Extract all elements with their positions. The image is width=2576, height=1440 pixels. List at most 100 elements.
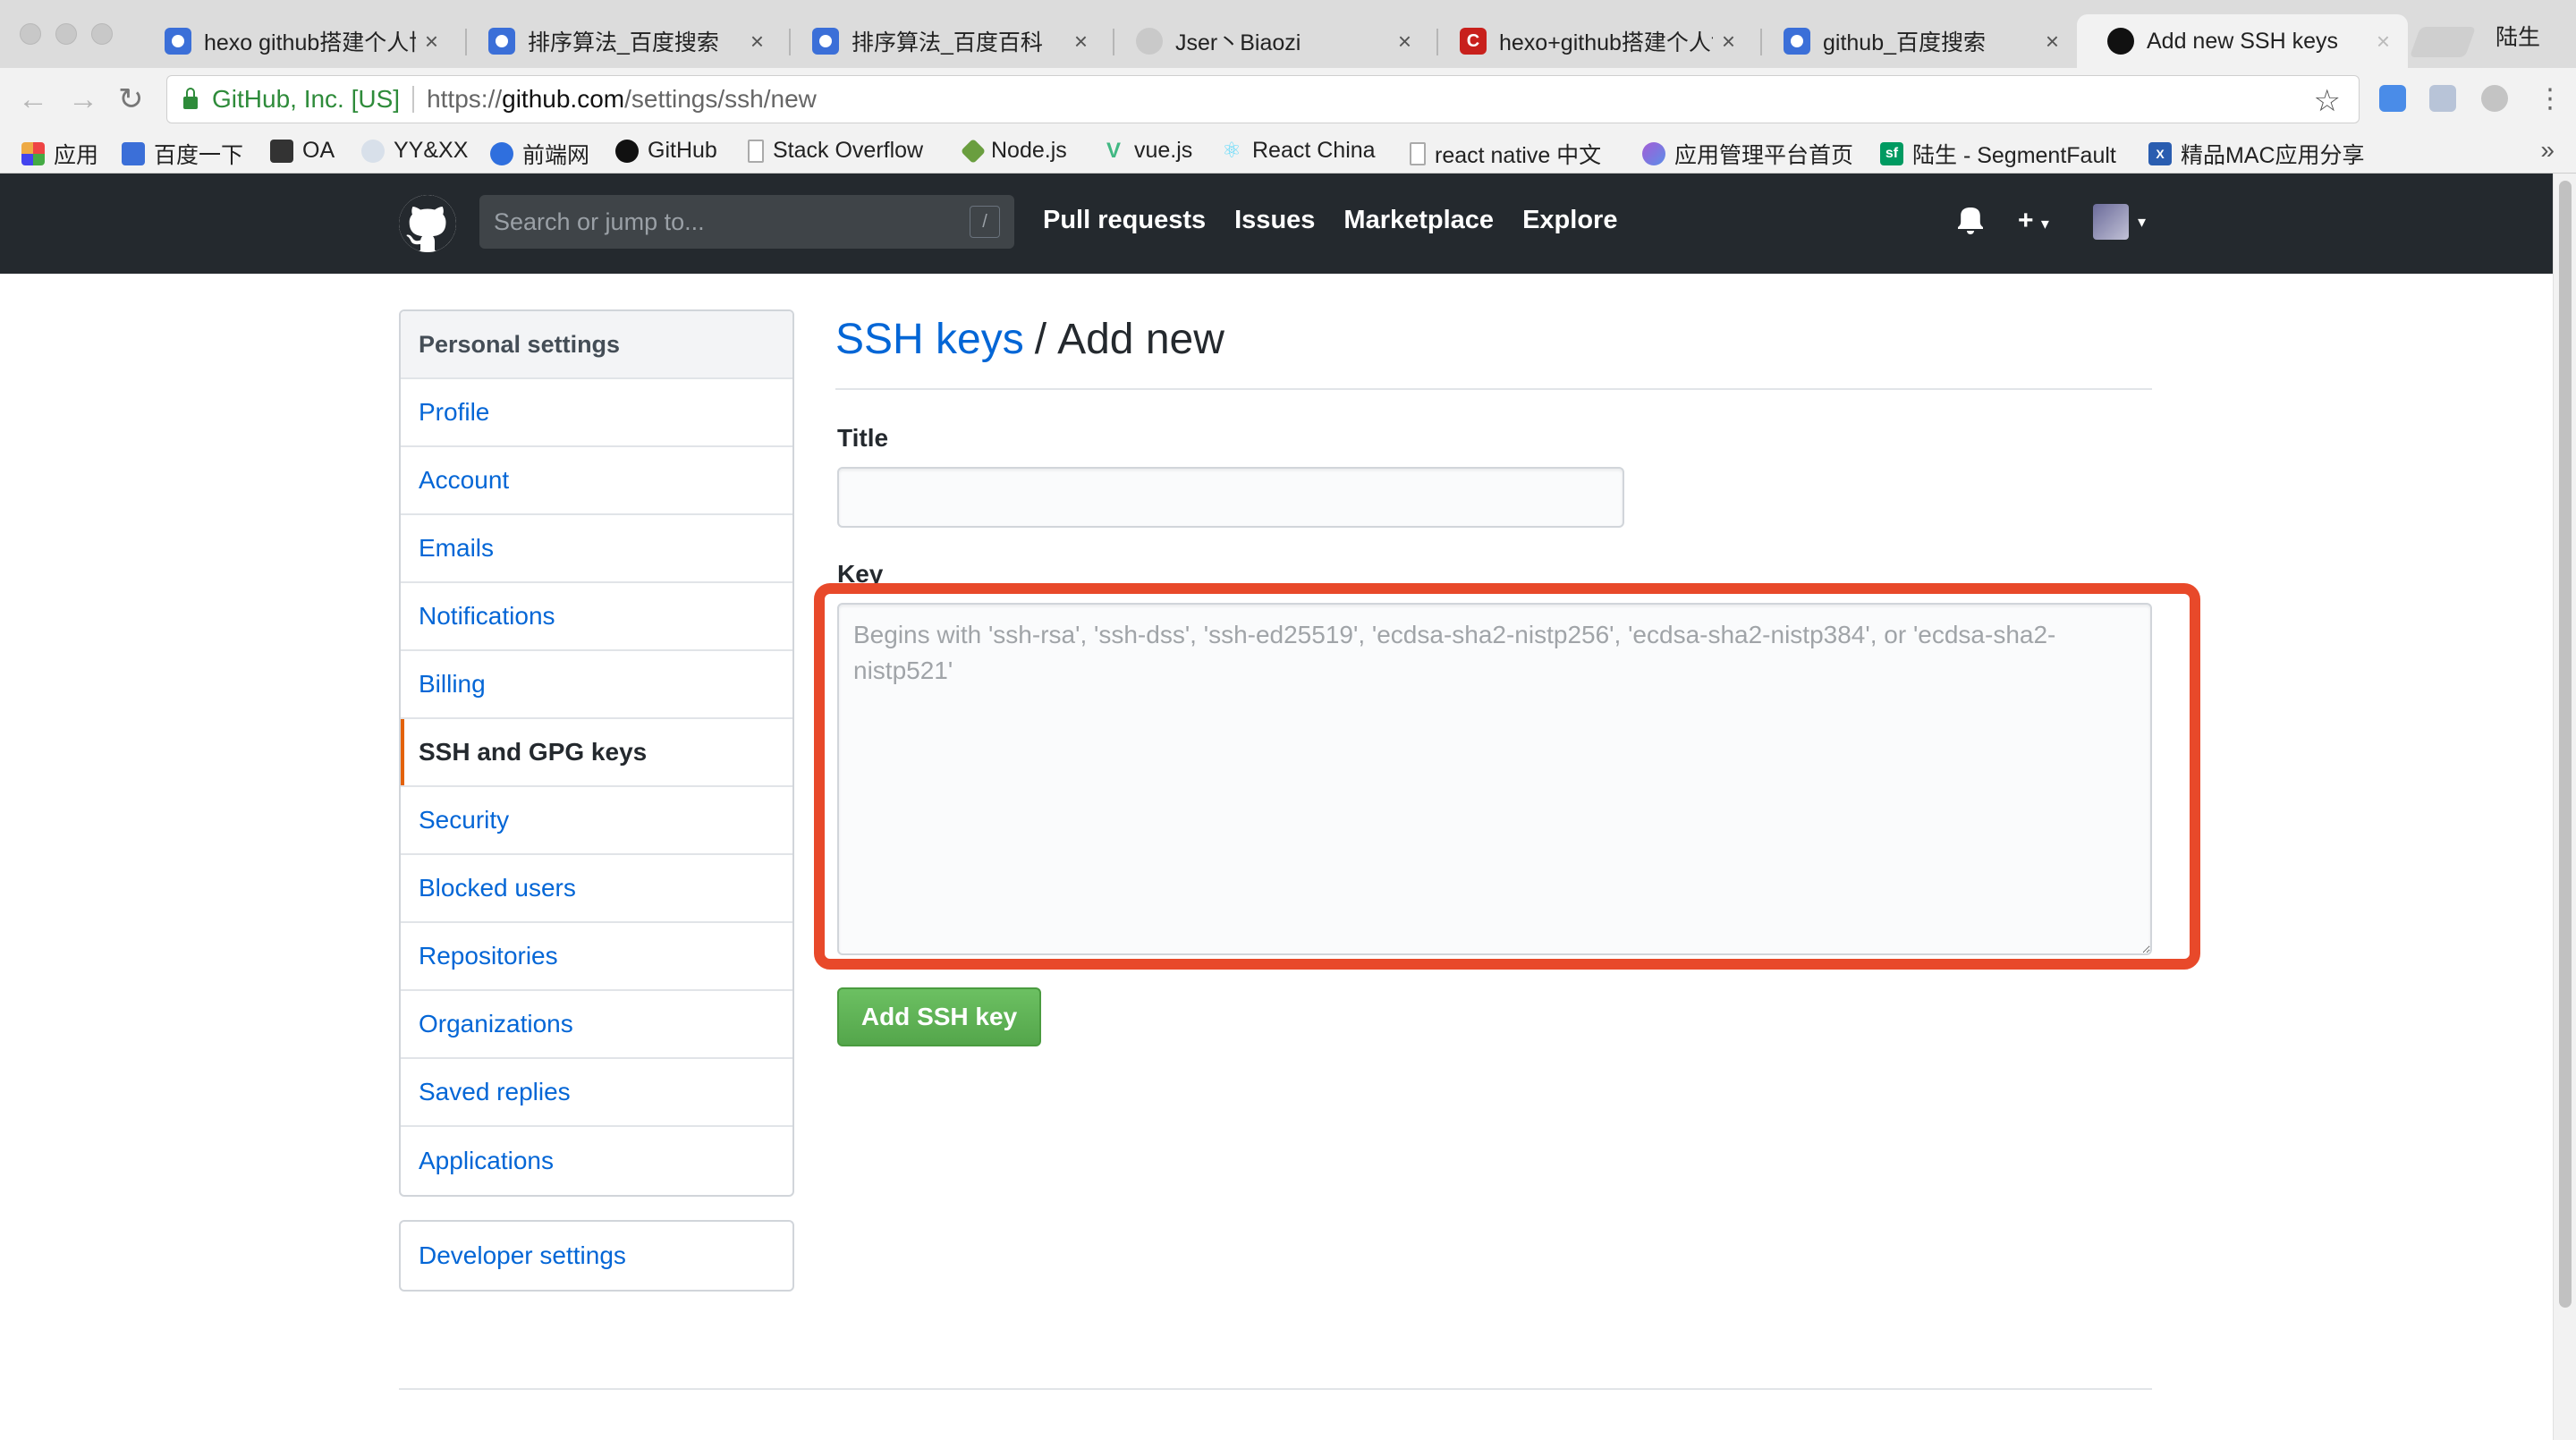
sidebar-item-account[interactable]: Account [401, 447, 792, 515]
footer-divider [399, 1388, 2152, 1390]
bookmark-label: Node.js [991, 138, 1067, 163]
avatar[interactable] [2093, 204, 2129, 240]
github-logo-icon[interactable] [399, 195, 456, 252]
back-arrow-icon[interactable]: ← [18, 82, 48, 116]
extension-icon[interactable] [2379, 85, 2406, 112]
chevron-down-icon[interactable]: ▾ [2138, 213, 2146, 232]
segmentfault-icon: sf [1880, 142, 1903, 165]
globe-icon [361, 139, 385, 163]
translate-extension-icon[interactable] [2429, 85, 2456, 112]
tab-title: hexo github搭建个人博 [204, 30, 416, 55]
bookmark-label: 前端网 [522, 143, 590, 168]
sidebar-item-repositories[interactable]: Repositories [401, 923, 792, 991]
oa-icon [270, 139, 293, 163]
sidebar-item-saved-replies[interactable]: Saved replies [401, 1059, 792, 1127]
bookmark-item[interactable]: OA [270, 138, 335, 164]
browser-profile-name[interactable]: 陆生 [2496, 20, 2540, 52]
bookmark-item[interactable]: X 精品MAC应用分享 [2148, 138, 2365, 170]
create-new-plus-icon[interactable]: + ▾ [2018, 206, 2049, 236]
menu-kebab-icon[interactable]: ⋮ [2537, 82, 2563, 116]
tab-close-icon[interactable]: × [2377, 28, 2390, 55]
window-close-button[interactable] [20, 23, 41, 45]
page-scrollbar[interactable] [2553, 174, 2576, 1440]
bookmark-item[interactable]: V vue.js [1102, 138, 1192, 164]
page-icon [1410, 142, 1426, 165]
sidebar-item-security[interactable]: Security [401, 787, 792, 855]
browser-tab-active[interactable]: Add new SSH keys × [2077, 14, 2408, 68]
breadcrumb-ssh-keys-link[interactable]: SSH keys [835, 315, 1024, 364]
bookmarks-overflow-icon[interactable]: » [2540, 136, 2555, 165]
extension-icon[interactable] [2481, 85, 2508, 112]
browser-tab[interactable]: github_百度搜索 × [1753, 14, 2077, 68]
sidebar-item-notifications[interactable]: Notifications [401, 583, 792, 651]
bookmark-label: Stack Overflow [773, 138, 924, 163]
sidebar-item-emails[interactable]: Emails [401, 515, 792, 583]
browser-tab[interactable]: Jser丶Biaozi × [1106, 14, 1429, 68]
sidebar-item-billing[interactable]: Billing [401, 651, 792, 719]
vue-icon: V [1106, 138, 1121, 163]
tab-close-icon[interactable]: × [425, 28, 438, 55]
browser-tab-strip: hexo github搭建个人博 × 排序算法_百度搜索 × 排序算法_百度百科… [0, 0, 2576, 68]
window-zoom-button[interactable] [91, 23, 113, 45]
key-label: Key [837, 560, 884, 588]
security-label: GitHub, Inc. [US] [212, 85, 401, 113]
window-minimize-button[interactable] [55, 23, 77, 45]
baidu-icon [488, 28, 515, 55]
bookmark-item[interactable]: sf 陆生 - SegmentFault [1880, 138, 2116, 170]
bookmark-label: vue.js [1134, 138, 1193, 163]
bookmark-item[interactable]: Node.js [960, 138, 1067, 164]
nav-explore[interactable]: Explore [1522, 206, 1617, 235]
tab-close-icon[interactable]: × [1722, 28, 1735, 55]
address-bar[interactable]: GitHub, Inc. [US] https://github.com/set… [166, 75, 2360, 123]
bookmark-star-icon[interactable]: ☆ [2314, 83, 2341, 119]
tab-close-icon[interactable]: × [1398, 28, 1411, 55]
nav-pull-requests[interactable]: Pull requests [1043, 206, 1206, 235]
bookmark-item[interactable]: GitHub [615, 138, 717, 164]
bookmark-item[interactable]: 百度一下 [122, 138, 243, 170]
bookmark-label: 陆生 - SegmentFault [1912, 143, 2116, 168]
browser-tab[interactable]: C hexo+github搭建个人博 × [1429, 14, 1753, 68]
browser-tab[interactable]: 排序算法_百度搜索 × [458, 14, 782, 68]
key-textarea[interactable] [837, 603, 2152, 955]
browser-tab[interactable]: hexo github搭建个人博 × [134, 14, 456, 68]
bookmark-item[interactable]: 应用 [21, 138, 98, 170]
bookmark-label: 精品MAC应用分享 [2181, 143, 2365, 168]
baidu-icon [122, 142, 145, 165]
url-host: github.com [502, 85, 625, 113]
forward-arrow-icon[interactable]: → [68, 82, 98, 116]
sidebar-item-ssh-gpg-keys[interactable]: SSH and GPG keys [401, 719, 792, 787]
sidebar-item-organizations[interactable]: Organizations [401, 991, 792, 1059]
bookmark-item[interactable]: Stack Overflow [748, 138, 923, 164]
baidu-icon [1784, 28, 1810, 55]
tab-close-icon[interactable]: × [1074, 28, 1088, 55]
tab-close-icon[interactable]: × [2046, 28, 2059, 55]
bookmark-item[interactable]: 应用管理平台首页 [1642, 138, 1853, 170]
search-input[interactable] [494, 208, 941, 236]
lock-icon [183, 88, 198, 109]
github-search-box[interactable]: / [479, 195, 1014, 249]
tab-title: Jser丶Biaozi [1175, 30, 1301, 55]
developer-settings-menu: Developer settings [399, 1220, 794, 1292]
tab-close-icon[interactable]: × [750, 28, 764, 55]
new-tab-button[interactable] [2409, 27, 2477, 57]
title-field[interactable] [837, 467, 1624, 528]
notifications-bell-icon[interactable] [1957, 206, 1984, 234]
add-ssh-key-button[interactable]: Add SSH key [837, 987, 1041, 1046]
bookmark-item[interactable]: 前端网 [490, 138, 589, 170]
sidebar-item-blocked-users[interactable]: Blocked users [401, 855, 792, 923]
url-scheme: https:// [427, 85, 503, 113]
nav-marketplace[interactable]: Marketplace [1343, 206, 1494, 235]
reload-icon[interactable]: ↻ [118, 82, 144, 116]
bookmark-label: YY&XX [394, 138, 469, 163]
bookmark-item[interactable]: ⚛ React China [1220, 138, 1375, 164]
sidebar-item-developer-settings[interactable]: Developer settings [401, 1222, 792, 1290]
nav-issues[interactable]: Issues [1234, 206, 1315, 235]
sidebar-item-applications[interactable]: Applications [401, 1127, 792, 1195]
bookmark-item[interactable]: react native 中文 [1410, 138, 1601, 170]
apps-grid-icon [21, 142, 45, 165]
scrollbar-thumb[interactable] [2559, 181, 2572, 1308]
browser-tab[interactable]: 排序算法_百度百科 × [782, 14, 1106, 68]
sidebar-item-profile[interactable]: Profile [401, 379, 792, 447]
baidu-icon [165, 28, 191, 55]
bookmark-item[interactable]: YY&XX [361, 138, 468, 164]
